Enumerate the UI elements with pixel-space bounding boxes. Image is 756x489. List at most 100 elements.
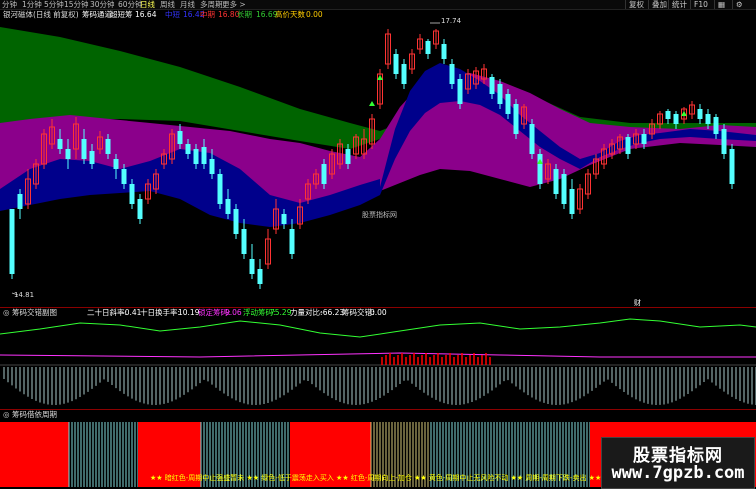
period-tab-10[interactable]: 更多 > [222, 0, 246, 9]
cycle-bar-cyan [113, 422, 115, 487]
toolbar-button-2[interactable]: 统计 [668, 0, 690, 9]
chart-style-icon[interactable]: ▦ [714, 0, 728, 9]
period-tab-3[interactable]: 15分钟 [64, 0, 89, 9]
candle-body [513, 104, 519, 134]
candle-body [537, 154, 543, 184]
period-tab-7[interactable]: 周线 [160, 0, 175, 9]
candle-body [129, 184, 135, 204]
candle-body [241, 229, 247, 254]
legend-mid-short-label: 中短 [165, 10, 180, 19]
period-tab-6[interactable]: 日线 [140, 0, 155, 9]
sub1-legend: ◎ 筹码交错副图 二十日斜率: -0.41 十日换手率: 10.19 锁定筹码:… [0, 308, 756, 317]
candle-body [177, 131, 183, 144]
candle-body [489, 77, 495, 94]
candle-body [713, 117, 719, 134]
cycle-bar-cyan [68, 422, 70, 487]
sub1-force-label: 力量对比: [290, 308, 323, 317]
candle-body [441, 44, 447, 59]
sub1-slope-value: -0.41 [122, 308, 142, 317]
candle-body [65, 149, 71, 159]
cycle-bar-red [39, 422, 42, 487]
period-toolbar: 分钟 1分钟 5分钟 15分钟 30分钟 60分钟 日线 周线 月线 多周期 更多 > 复权 叠加 统计 F… [0, 0, 756, 10]
sub1-turnover-label: 十日换手率: [140, 308, 181, 317]
candle-body [569, 189, 575, 214]
period-tab-5[interactable]: 60分钟 [118, 0, 143, 9]
cycle-bar-cyan [71, 422, 73, 487]
candle-body [17, 194, 23, 209]
cycle-bar-cyan [128, 422, 130, 487]
legend-mid-label: 中期 [200, 10, 215, 19]
sub1-force-value: -66.23 [320, 308, 345, 317]
cycle-bar-cyan [110, 422, 112, 487]
legend-long-label: 长期 [237, 10, 252, 19]
legend-extra-label: 高价天数 [275, 10, 305, 19]
candle-body [137, 199, 143, 219]
candle-body [393, 54, 399, 74]
cycle-bar-cyan [77, 422, 79, 487]
cycle-bar-red [144, 422, 147, 487]
cycle-bar-red [36, 422, 39, 487]
chip-cross-chart[interactable] [0, 317, 756, 407]
watermark-url: www.7gpzb.com [611, 463, 745, 483]
period-tab-1[interactable]: 1分钟 [22, 0, 42, 9]
candle-body [457, 79, 463, 104]
cycle-bar-red [33, 422, 36, 487]
candle-body [497, 84, 503, 104]
center-watermark: 股票指标网 [362, 211, 397, 219]
toolbar-button-0[interactable]: 复权 [625, 0, 647, 9]
candle-body [281, 214, 287, 224]
price-high-label: 17.74 [441, 17, 462, 25]
candle-body [249, 259, 255, 274]
sub1-close-icon[interactable]: ◎ [3, 308, 10, 317]
cycle-bar-red [0, 422, 3, 487]
sub2-name[interactable]: 筹码借依周期 [12, 410, 57, 419]
cycle-bar-red [60, 422, 63, 487]
candle-body [233, 209, 239, 234]
period-tab-0[interactable]: 分钟 [2, 0, 17, 9]
cycle-bar-cyan [95, 422, 97, 487]
cycle-bar-red [15, 422, 18, 487]
cycle-bar-red [9, 422, 12, 487]
price-chart[interactable] [0, 19, 756, 308]
candle-body [81, 139, 87, 159]
toolbar-button-1[interactable]: 叠加 [648, 0, 670, 9]
candle-body [89, 151, 95, 164]
period-tab-4[interactable]: 30分钟 [90, 0, 115, 9]
cycle-bar-red [57, 422, 60, 487]
candle-body [225, 199, 231, 214]
cycle-bar-cyan [74, 422, 76, 487]
sub1-locked-value: 9.06 [225, 308, 242, 317]
cycle-bar-cyan [131, 422, 133, 487]
sub2-close-icon[interactable]: ◎ [3, 410, 10, 419]
indicator-name[interactable]: 筹码通道 [82, 10, 112, 19]
candle-body [553, 169, 559, 194]
candle-body [113, 159, 119, 169]
cycle-bar-cyan [98, 422, 100, 487]
period-tab-2[interactable]: 5分钟 [44, 0, 64, 9]
cycle-bar-red [45, 422, 48, 487]
candle-body [425, 41, 431, 54]
sub1-name[interactable]: 筹码交错副图 [12, 308, 57, 317]
period-tab-8[interactable]: 月线 [180, 0, 195, 9]
cycle-bar-cyan [80, 422, 82, 487]
sub1-turnover-value: 10.19 [178, 308, 200, 317]
cycle-bar-cyan [119, 422, 121, 487]
settings-icon[interactable]: ⚙ [732, 0, 746, 9]
candle-body [321, 164, 327, 184]
candle-body [625, 137, 631, 154]
candle-body [505, 94, 511, 114]
cycle-bar-red [51, 422, 54, 487]
candle-body [257, 269, 263, 284]
candle-body [201, 147, 207, 164]
cycle-bar-red [48, 422, 51, 487]
toolbar-button-3[interactable]: F10 [690, 0, 711, 9]
cycle-bar-red [27, 422, 30, 487]
cycle-bar-red [54, 422, 57, 487]
cycle-bar-cyan [125, 422, 127, 487]
candle-body [185, 144, 191, 154]
cycle-bar-cyan [122, 422, 124, 487]
site-watermark: 股票指标网 www.7gpzb.com [601, 437, 755, 489]
cycle-bar-red [21, 422, 24, 487]
candle-body [193, 149, 199, 164]
period-tab-9[interactable]: 多周期 [200, 0, 223, 9]
